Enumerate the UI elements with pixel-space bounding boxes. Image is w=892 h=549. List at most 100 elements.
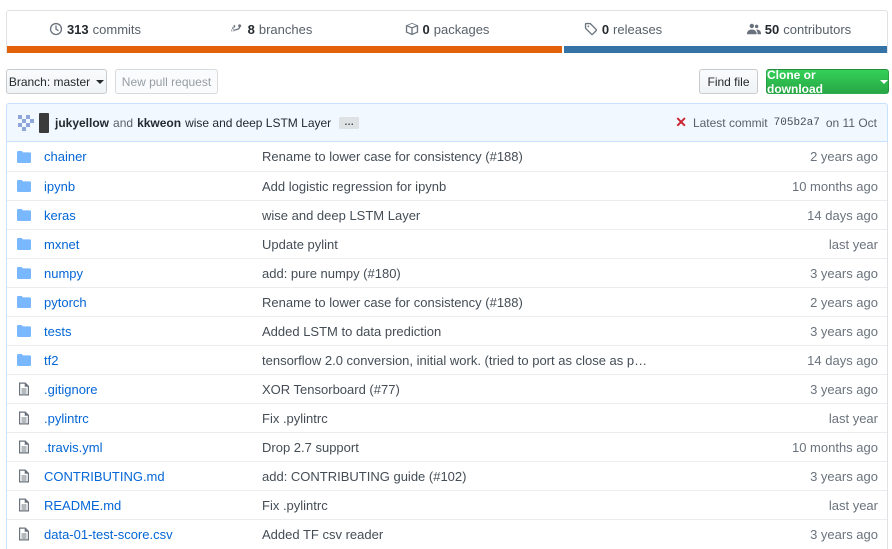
people-icon	[746, 23, 761, 35]
releases-label: releases	[613, 21, 663, 37]
folder-icon	[7, 179, 44, 193]
language-bar-segment[interactable]	[563, 46, 887, 53]
language-bar[interactable]	[7, 46, 887, 53]
contributors-label: contributors	[783, 21, 852, 37]
file-commit-age: 10 months ago	[791, 439, 878, 455]
file-commit-age: 10 months ago	[791, 178, 878, 194]
x-icon[interactable]: ✕	[675, 114, 687, 131]
file-commit-age: 14 days ago	[807, 352, 878, 368]
file-row[interactable]: ipynb Add logistic regression for ipynb 10…	[7, 171, 887, 200]
commits-label: commits	[92, 21, 142, 37]
contributors-link[interactable]: 50 contributors	[711, 11, 887, 47]
git-branch-icon	[230, 24, 241, 32]
file-icon	[7, 498, 44, 512]
file-row[interactable]: .pylintrc Fix .pylintrc last year	[7, 403, 887, 432]
file-commit-message-link[interactable]: Added LSTM to data prediction	[262, 324, 738, 339]
folder-icon	[7, 237, 44, 251]
file-commit-message-link[interactable]: Add logistic regression for ipynb	[262, 179, 738, 194]
packages-link[interactable]: 0 packages	[359, 11, 535, 47]
file-name-link[interactable]: mxnet	[44, 237, 262, 252]
file-name-link[interactable]: tests	[44, 324, 262, 339]
file-row[interactable]: numpy add: pure numpy (#180) 3 years ago	[7, 258, 887, 287]
file-commit-age: 3 years ago	[810, 381, 878, 397]
releases-link[interactable]: 0 releases	[535, 11, 711, 47]
file-row[interactable]: mxnet Update pylint last year	[7, 229, 887, 258]
branch-select-button[interactable]: Branch: master	[6, 69, 107, 94]
file-commit-message-link[interactable]: Added TF csv reader	[262, 527, 738, 542]
file-row[interactable]: tf2 tensorflow 2.0 conversion, initial wo…	[7, 345, 887, 374]
branches-count: 8	[247, 21, 255, 37]
file-commit-message-link[interactable]: Drop 2.7 support	[262, 440, 738, 455]
file-commit-message-link[interactable]: Fix .pylintrc	[262, 498, 738, 513]
latest-commit-bar: jukyellow and kkweon wise and deep LSTM …	[6, 103, 888, 142]
file-row[interactable]: tests Added LSTM to data prediction 3 year…	[7, 316, 887, 345]
file-commit-message-link[interactable]: add: pure numpy (#180)	[262, 266, 738, 281]
file-name-link[interactable]: tf2	[44, 353, 262, 368]
find-file-button[interactable]: Find file	[699, 69, 758, 94]
file-row[interactable]: pytorch Rename to lower case for consiste…	[7, 287, 887, 316]
language-bar-segment[interactable]	[7, 46, 562, 53]
package-icon	[405, 22, 418, 36]
file-name-link[interactable]: README.md	[44, 498, 262, 513]
file-commit-message-link[interactable]: XOR Tensorboard (#77)	[262, 382, 738, 397]
commit-sha-link[interactable]: 705b2a7	[774, 117, 820, 129]
commits-link[interactable]: 313 commits	[7, 11, 183, 47]
file-name-link[interactable]: .pylintrc	[44, 411, 262, 426]
file-commit-age: 2 years ago	[810, 294, 878, 310]
avatar[interactable]	[39, 112, 49, 133]
file-commit-age: 14 days ago	[807, 207, 878, 223]
branches-label: branches	[258, 21, 313, 37]
file-commit-age: 3 years ago	[810, 526, 878, 542]
file-commit-message-link[interactable]: tensorflow 2.0 conversion, initial work.…	[262, 353, 738, 368]
latest-commit-info: ✕ Latest commit 705b2a7 on 11 Oct	[675, 114, 877, 131]
file-commit-message-link[interactable]: add: CONTRIBUTING guide (#102)	[262, 469, 738, 484]
file-row[interactable]: README.md Fix .pylintrc last year	[7, 490, 887, 519]
commit-message-link[interactable]: wise and deep LSTM Layer	[185, 116, 331, 130]
file-commit-message-link[interactable]: wise and deep LSTM Layer	[262, 208, 738, 223]
caret-down-icon	[880, 79, 888, 84]
find-file-label: Find file	[707, 74, 750, 89]
file-name-link[interactable]: CONTRIBUTING.md	[44, 469, 262, 484]
file-name-link[interactable]: numpy	[44, 266, 262, 281]
contributors-count: 50	[764, 21, 780, 37]
file-commit-message-link[interactable]: Rename to lower case for consistency (#1…	[262, 295, 738, 310]
avatar[interactable]	[17, 112, 37, 133]
file-row[interactable]: chainer Rename to lower case for consiste…	[7, 142, 887, 171]
file-list: chainer Rename to lower case for consiste…	[6, 142, 888, 549]
file-commit-age: 3 years ago	[810, 468, 878, 484]
file-name-link[interactable]: ipynb	[44, 179, 262, 194]
file-row[interactable]: data-01-test-score.csv Added TF csv reade…	[7, 519, 887, 548]
packages-count: 0	[422, 21, 430, 37]
file-commit-message-link[interactable]: Update pylint	[262, 237, 738, 252]
file-name-link[interactable]: .travis.yml	[44, 440, 262, 455]
file-row[interactable]: keras wise and deep LSTM Layer 14 days ago	[7, 200, 887, 229]
packages-label: packages	[433, 21, 490, 37]
file-row[interactable]: .gitignore XOR Tensorboard (#77) 3 years a…	[7, 374, 887, 403]
file-name-link[interactable]: data-01-test-score.csv	[44, 527, 262, 542]
file-row[interactable]: CONTRIBUTING.md add: CONTRIBUTING guide (…	[7, 461, 887, 490]
file-name-link[interactable]: .gitignore	[44, 382, 262, 397]
new-pull-request-label: New pull request	[121, 74, 212, 89]
expand-commit-message-button[interactable]: …	[339, 116, 360, 129]
folder-icon	[7, 324, 44, 338]
file-name-link[interactable]: chainer	[44, 149, 262, 164]
file-icon	[7, 469, 44, 483]
commit-author-link[interactable]: jukyellow	[55, 116, 109, 130]
commit-coauthor-link[interactable]: kkweon	[137, 116, 181, 130]
folder-icon	[7, 266, 44, 280]
caret-down-icon	[96, 79, 105, 84]
new-pull-request-button[interactable]: New pull request	[115, 69, 218, 94]
file-commit-message-link[interactable]: Fix .pylintrc	[262, 411, 738, 426]
file-name-link[interactable]: pytorch	[44, 295, 262, 310]
file-name-link[interactable]: keras	[44, 208, 262, 223]
commit-date: on 11 Oct	[825, 115, 877, 130]
releases-count: 0	[601, 21, 610, 37]
branch-select-label: Branch: master	[8, 74, 91, 89]
clone-or-download-button[interactable]: Clone or download	[766, 68, 889, 96]
folder-icon	[7, 295, 44, 309]
file-commit-message-link[interactable]: Rename to lower case for consistency (#1…	[262, 149, 738, 164]
history-icon	[49, 22, 63, 36]
commits-count: 313	[66, 21, 89, 37]
branches-link[interactable]: 8 branches	[183, 11, 359, 47]
file-row[interactable]: .travis.yml Drop 2.7 support 10 months ago	[7, 432, 887, 461]
